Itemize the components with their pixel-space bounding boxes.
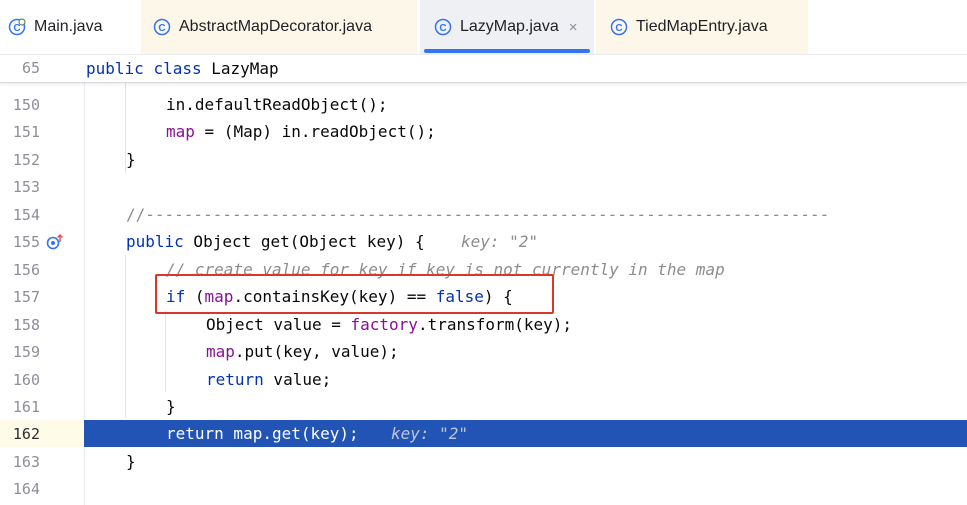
code-text: Object get(Object key) { <box>183 232 425 251</box>
tab-label: AbstractMapDecorator.java <box>179 18 372 35</box>
java-class-icon: C <box>434 18 452 36</box>
line-number: 163 <box>12 453 40 471</box>
line-number: 154 <box>12 206 40 224</box>
tab-main-java[interactable]: C Main.java <box>0 0 124 54</box>
line-number: 152 <box>12 151 40 169</box>
code-text: map.put(key, value); <box>206 342 399 361</box>
line-number: 153 <box>12 178 40 196</box>
code-line-153[interactable]: 153 <box>0 173 967 200</box>
editor-tab-bar: C Main.java C AbstractMapDecorator.java … <box>0 0 967 55</box>
code-text: map = (Map) in.readObject(); <box>166 122 436 141</box>
code-line-163[interactable]: 163 } <box>0 448 967 475</box>
line-number: 150 <box>12 96 40 114</box>
line-number: 157 <box>12 288 40 306</box>
code-line-152[interactable]: 152 } <box>0 146 967 173</box>
line-number: 65 <box>21 59 40 77</box>
line-number: 155 <box>12 233 40 251</box>
class-name: LazyMap <box>211 59 279 78</box>
java-class-icon: C <box>8 18 26 36</box>
keyword: return <box>206 370 264 389</box>
active-tab-indicator <box>424 49 590 53</box>
line-number: 164 <box>12 480 40 498</box>
separator-comment: //--------------------------------------… <box>126 205 830 224</box>
svg-text:C: C <box>439 23 446 34</box>
code-line-155[interactable]: 155 public Object get(Object key) { key:… <box>0 228 967 255</box>
current-execution-line[interactable]: 162 return map.get(key); key: "2" <box>0 420 967 447</box>
code-text: } <box>126 150 136 169</box>
line-number: 156 <box>12 261 40 279</box>
field-ref: map <box>166 122 195 141</box>
tab-abstractmapdecorator-java[interactable]: C AbstractMapDecorator.java <box>141 0 417 54</box>
inline-debug-value: key: "2" <box>391 424 469 443</box>
code-line-164[interactable]: 164 <box>0 475 967 502</box>
tab-lazymap-java[interactable]: C LazyMap.java × <box>420 0 594 54</box>
field-ref: factory <box>350 315 418 334</box>
line-number: 158 <box>12 316 40 334</box>
svg-text:C: C <box>615 23 622 34</box>
code-line-150[interactable]: 150 in.defaultReadObject(); <box>0 91 967 118</box>
code-text: Object value = <box>206 315 351 334</box>
tab-label: Main.java <box>34 18 103 35</box>
code-line-154[interactable]: 154 //----------------------------------… <box>0 201 967 228</box>
code-line-161[interactable]: 161 } <box>0 393 967 420</box>
code-line-158[interactable]: 158 Object value = factory.transform(key… <box>0 311 967 338</box>
tab-label: TiedMapEntry.java <box>636 18 768 35</box>
field-ref: map <box>206 342 235 361</box>
code-line-160[interactable]: 160 return value; <box>0 366 967 393</box>
tab-label: LazyMap.java <box>460 18 559 35</box>
keyword: public <box>126 232 184 251</box>
java-class-icon: C <box>153 18 171 36</box>
method-signature: public Object get(Object key) { <box>126 232 425 251</box>
code-text: .put(key, value); <box>234 342 399 361</box>
java-class-icon: C <box>610 18 628 36</box>
keyword: public <box>86 59 144 78</box>
keyword: class <box>153 59 202 78</box>
code-text: } <box>166 397 176 416</box>
tab-tiedmapentry-java[interactable]: C TiedMapEntry.java <box>596 0 808 54</box>
line-number: 162 <box>12 425 40 443</box>
method-breakpoint-icon[interactable] <box>46 233 64 251</box>
svg-text:C: C <box>158 23 165 34</box>
inline-debug-value: key: "2" <box>461 232 539 251</box>
code-text: = (Map) in.readObject(); <box>194 122 436 141</box>
line-number: 159 <box>12 343 40 361</box>
code-text: } <box>126 452 136 471</box>
code-text: Object value = factory.transform(key); <box>206 315 572 334</box>
svg-text:C: C <box>13 23 20 34</box>
line-number: 160 <box>12 371 40 389</box>
code-text: in.defaultReadObject(); <box>166 95 388 114</box>
annotation-highlight-box <box>155 274 554 314</box>
code-text: .transform(key); <box>417 315 573 334</box>
code-text: value; <box>263 370 332 389</box>
close-icon[interactable]: × <box>569 19 578 36</box>
code-text: return value; <box>206 370 331 389</box>
code-line-159[interactable]: 159 map.put(key, value); <box>0 338 967 365</box>
sticky-class-header[interactable]: 65 public class LazyMap <box>0 55 967 83</box>
class-declaration: public class LazyMap <box>86 59 279 78</box>
code-line-151[interactable]: 151 map = (Map) in.readObject(); <box>0 118 967 145</box>
line-number: 151 <box>12 123 40 141</box>
code-text: return map.get(key); <box>166 424 359 443</box>
line-number: 161 <box>12 398 40 416</box>
